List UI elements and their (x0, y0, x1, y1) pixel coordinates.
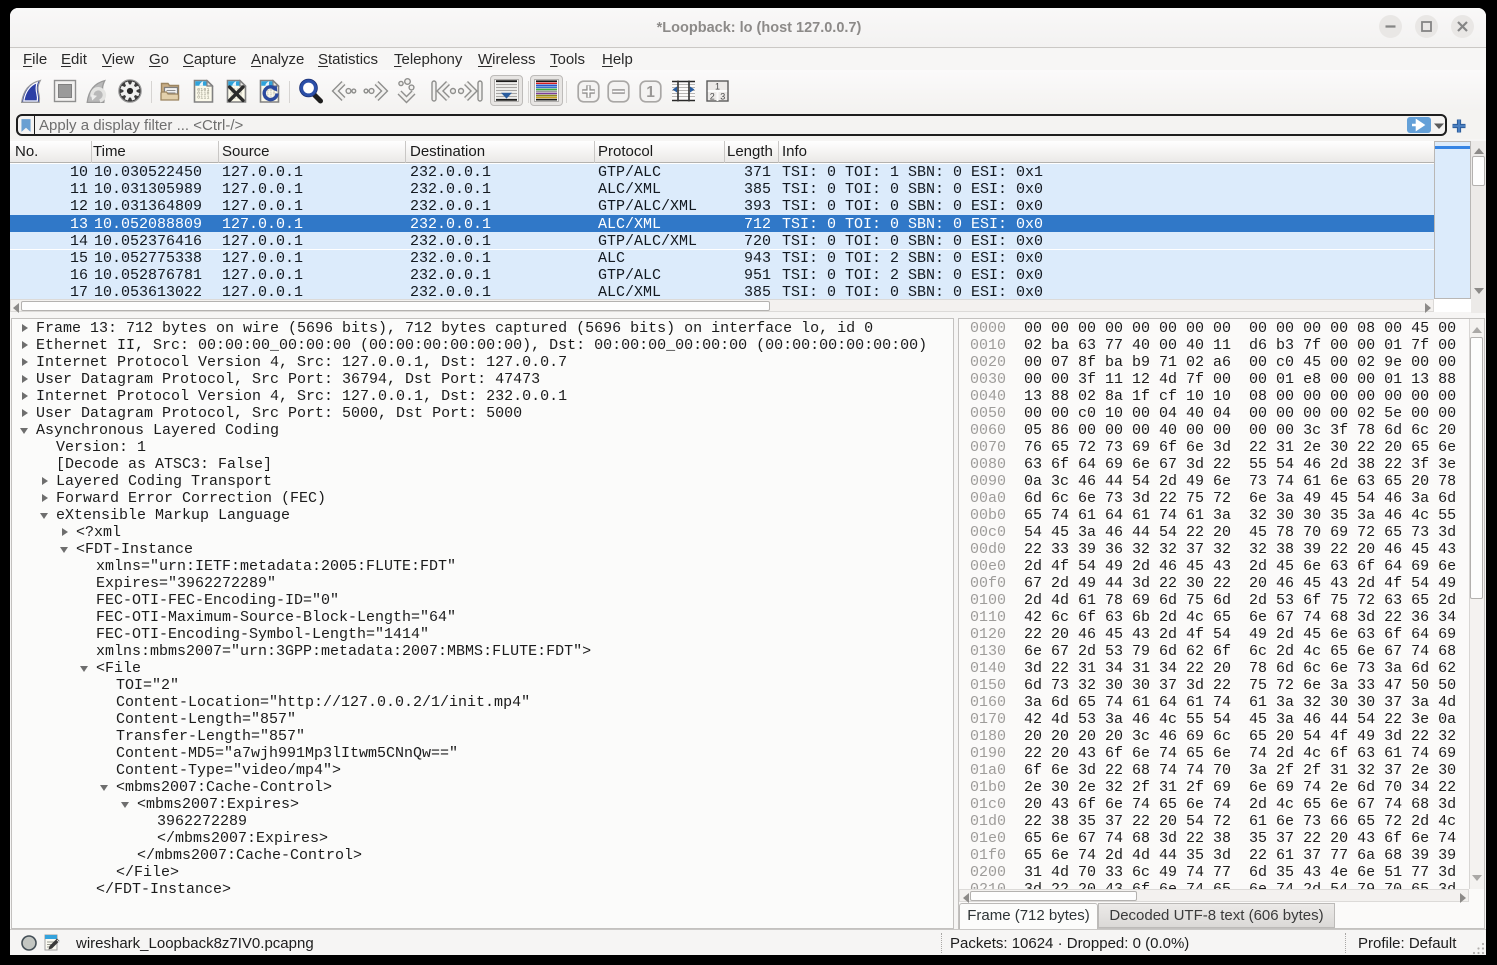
svg-text:2: 2 (710, 92, 715, 102)
svg-text:1: 1 (715, 81, 720, 91)
svg-text:3: 3 (720, 92, 725, 102)
svg-text:1: 1 (646, 84, 655, 101)
svg-text:0111: 0111 (197, 94, 210, 100)
